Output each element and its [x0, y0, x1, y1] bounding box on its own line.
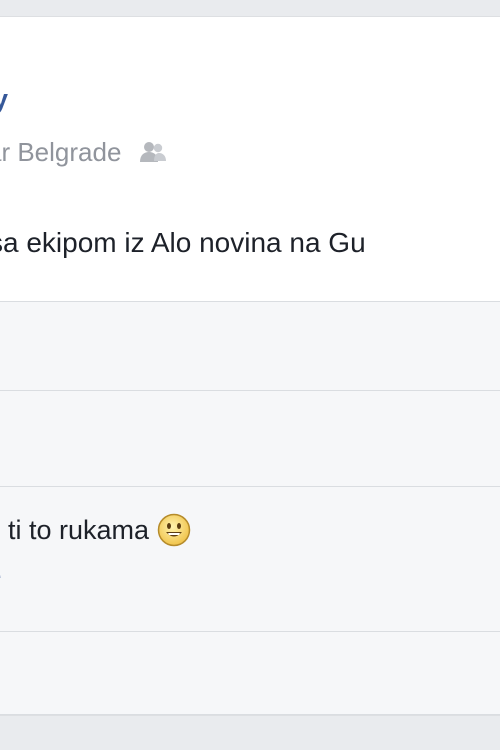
post-text: sa ekipom iz Alo novina na Gu [0, 227, 366, 258]
actions-row [0, 391, 500, 486]
comment-text-content: ti to rukama [8, 515, 150, 545]
comment-text: ti to rukama [8, 510, 191, 550]
post-author-name[interactable]: y [0, 83, 8, 115]
page-background [0, 742, 500, 750]
friends-icon[interactable] [139, 140, 167, 164]
comment-action-link[interactable]: e [0, 562, 1, 592]
comment-input-row [0, 632, 500, 714]
smile-emoji-icon [157, 513, 191, 547]
reactions-row [0, 302, 500, 390]
post-card: y ar Belgrade sa ekipom iz Alo novina na… [0, 16, 500, 716]
divider [0, 714, 500, 715]
post-location[interactable]: ar Belgrade [0, 137, 121, 167]
comment-row [0, 487, 500, 631]
post-meta: ar Belgrade [0, 135, 167, 169]
